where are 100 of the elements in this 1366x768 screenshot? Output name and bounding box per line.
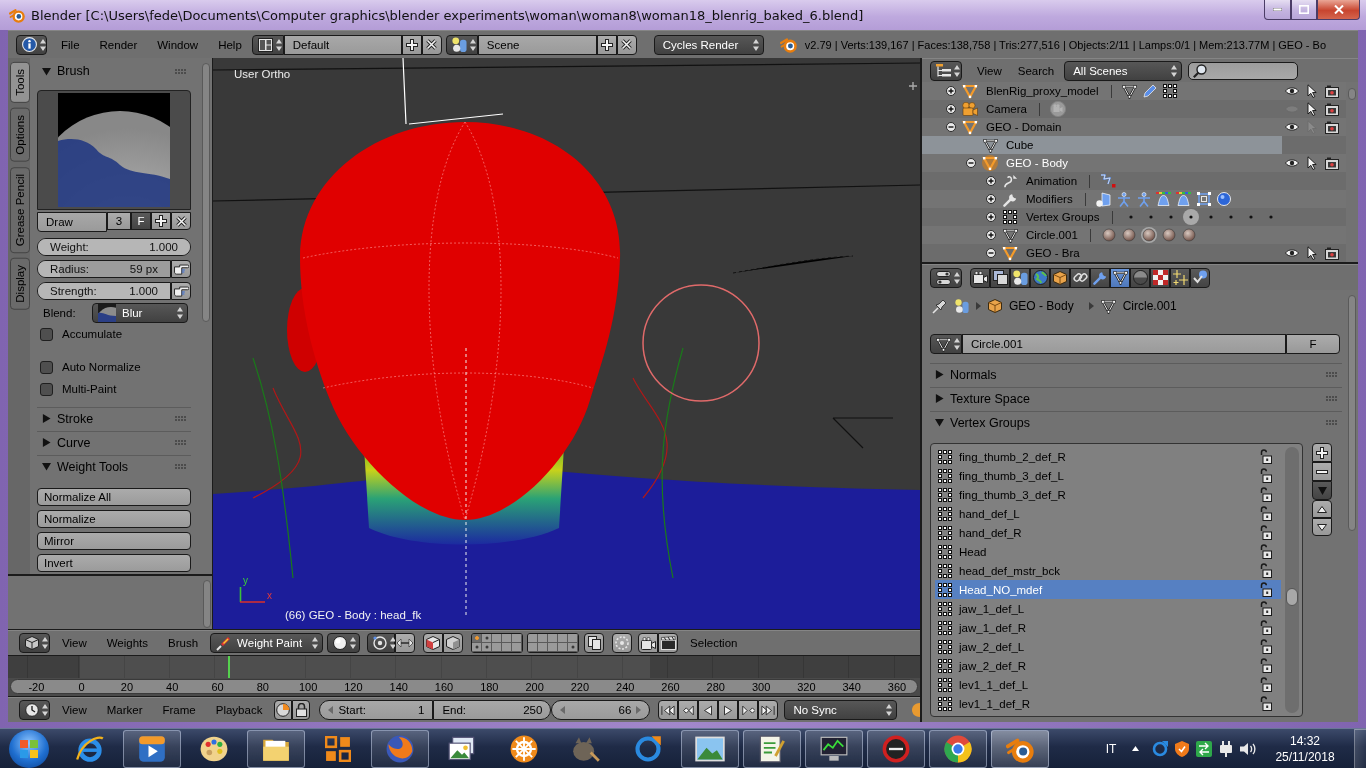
panel-header[interactable]: Weight Tools [37, 455, 191, 477]
start-button[interactable] [9, 729, 49, 768]
vertex-group-item[interactable]: fing_thumb_2_def_R [935, 447, 1281, 466]
mesh-name-field[interactable]: Circle.001 [962, 334, 1286, 354]
scrollbar-thumb[interactable] [202, 63, 210, 322]
properties-tab[interactable] [1110, 267, 1130, 288]
cursor-arrow-icon[interactable] [1307, 84, 1317, 98]
lock-open-icon[interactable] [1260, 563, 1272, 578]
editor-type-button[interactable] [16, 34, 47, 55]
shelf-tab[interactable]: Display [10, 257, 30, 310]
vertex-group-item[interactable]: fing_thumb_3_def_L [935, 466, 1281, 485]
properties-tab[interactable] [1010, 267, 1030, 288]
move-down-button[interactable] [1312, 518, 1332, 536]
layer-toggle[interactable] [538, 643, 549, 652]
camera-box-icon[interactable] [1325, 120, 1339, 134]
outliner-item[interactable]: Vertex Groups [922, 208, 1282, 226]
panel-header[interactable]: Vertex Groups [930, 411, 1342, 433]
end-frame-field[interactable]: End: 250 [433, 700, 552, 720]
expand-toggle-icon[interactable] [986, 212, 996, 222]
number-slider[interactable]: Weight: 1.000 [37, 238, 191, 256]
checkbox[interactable] [40, 327, 53, 341]
pivot-dropdown[interactable] [367, 633, 396, 653]
copy-button[interactable] [584, 633, 605, 653]
fake-user-button[interactable]: F [1286, 334, 1340, 354]
mode-dropdown[interactable]: Weight Paint [210, 633, 324, 653]
outliner-item[interactable]: GEO - Body [922, 154, 1282, 172]
menu-item[interactable]: Render [89, 34, 148, 55]
taskbar-button[interactable] [681, 729, 739, 768]
menu-item[interactable]: Playback [205, 700, 273, 720]
scrollbar-thumb[interactable] [1348, 88, 1356, 100]
lock-open-icon[interactable] [1260, 544, 1272, 559]
fake-user-button[interactable]: F [131, 212, 151, 230]
menu-item[interactable]: Weights [96, 633, 159, 653]
menu-item[interactable]: View [52, 700, 97, 720]
menu-item[interactable]: File [51, 34, 90, 55]
properties-tab[interactable] [970, 267, 990, 288]
scene-button[interactable] [445, 34, 478, 55]
outliner-item[interactable]: GEO - Bra [922, 244, 1282, 262]
lock-open-icon[interactable] [1260, 582, 1272, 597]
outliner-item[interactable]: BlenRig_proxy_model [922, 82, 1282, 100]
vertex-group-item[interactable]: jaw_1_def_R [935, 618, 1281, 637]
playhead[interactable] [227, 656, 230, 678]
properties-tab[interactable] [1030, 267, 1050, 288]
start-frame-field[interactable]: Start: 1 [319, 700, 434, 720]
layer-toggle[interactable] [548, 634, 559, 643]
panel-header[interactable]: Brush [37, 62, 191, 80]
collapse-toggle-icon[interactable] [986, 248, 996, 258]
menu-item[interactable]: Marker [96, 700, 153, 720]
layer-toggle[interactable] [492, 643, 503, 652]
layer-toggle[interactable] [502, 634, 513, 643]
expand-toggle-icon[interactable] [946, 86, 956, 96]
scrollbar-thumb[interactable] [203, 580, 211, 628]
layout-name-field[interactable]: Default [283, 34, 402, 55]
plug-icon[interactable] [1219, 740, 1233, 757]
camera-box-icon[interactable] [1325, 102, 1339, 116]
pressure-toggle[interactable] [171, 282, 191, 300]
menu-item[interactable]: View [969, 60, 1010, 81]
layer-toggle[interactable] [492, 634, 503, 643]
proportional-toggle[interactable] [612, 633, 633, 653]
tool-button[interactable]: Invert [37, 554, 191, 572]
render-image-button[interactable] [638, 633, 659, 653]
shading-dropdown[interactable] [327, 633, 361, 653]
menu-item[interactable]: Search [1009, 60, 1063, 81]
layer-toggle[interactable] [512, 643, 523, 652]
dot-icon[interactable] [1208, 215, 1213, 219]
expand-toggle-icon[interactable] [986, 230, 996, 240]
menu-item[interactable]: Frame [152, 700, 206, 720]
vertex-group-item[interactable]: head_def_mstr_bck [935, 561, 1281, 580]
playback-button[interactable] [698, 700, 719, 720]
layer-toggle[interactable] [568, 634, 579, 643]
playback-button[interactable] [738, 700, 759, 720]
add-button[interactable] [596, 34, 617, 55]
camera-box-icon[interactable] [1325, 84, 1339, 98]
editor-type-button[interactable] [19, 700, 50, 720]
manipulator-toggle[interactable] [395, 633, 416, 653]
remove-button[interactable] [1312, 462, 1332, 481]
properties-tab[interactable] [1190, 267, 1210, 288]
playback-button[interactable] [678, 700, 699, 720]
lock-open-icon[interactable] [1260, 506, 1272, 521]
collapse-toggle-icon[interactable] [966, 158, 976, 168]
shield-icon[interactable] [1174, 740, 1190, 757]
menu-item[interactable]: View [52, 633, 97, 653]
unlink-button[interactable] [171, 212, 191, 230]
lock-open-icon[interactable] [1260, 696, 1272, 711]
lock-open-icon[interactable] [1260, 487, 1272, 502]
taskbar-button[interactable] [743, 729, 801, 768]
material-sphere-icon[interactable] [1100, 227, 1117, 243]
layer-toggle[interactable] [502, 643, 513, 652]
eye-icon[interactable] [1285, 248, 1299, 258]
brush-name-field[interactable]: Draw [37, 212, 107, 232]
render-animation-button[interactable] [658, 633, 679, 653]
taskbar-button[interactable] [247, 729, 305, 768]
outliner-item[interactable]: Animation [922, 172, 1282, 190]
add-button[interactable] [151, 212, 171, 230]
add-button[interactable] [401, 34, 422, 55]
cursor-arrow-icon[interactable] [1307, 156, 1317, 170]
expand-toggle-icon[interactable] [986, 194, 996, 204]
playback-button[interactable] [758, 700, 779, 720]
pressure-toggle[interactable] [171, 260, 191, 278]
search-field[interactable] [1188, 61, 1299, 80]
